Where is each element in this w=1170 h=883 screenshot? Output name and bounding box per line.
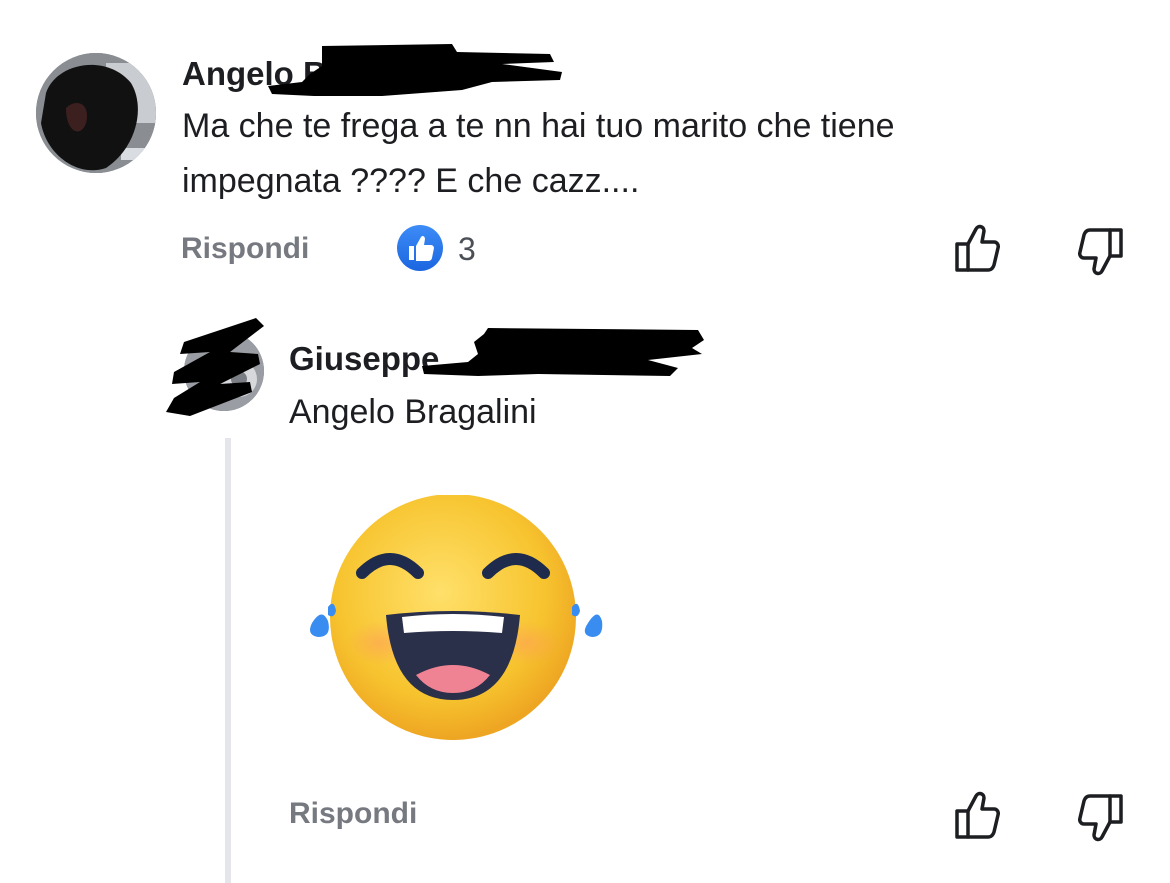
reply-reply-button[interactable]: Rispondi <box>289 797 417 831</box>
avatar-photo <box>36 53 156 173</box>
reaction-count: 3 <box>458 231 476 267</box>
avatar[interactable] <box>36 53 156 173</box>
comment-thread: Angelo B Ma che te frega a te nn hai tuo… <box>0 0 1170 883</box>
reply-upvote-icon[interactable] <box>953 789 1003 841</box>
upvote-icon[interactable] <box>953 222 1003 274</box>
reply-author[interactable]: Giuseppe <box>289 340 439 378</box>
reply-downvote-icon[interactable] <box>1075 792 1125 844</box>
reply-button[interactable]: Rispondi <box>181 232 309 266</box>
comment-text: Ma che te frega a te nn hai tuo marito c… <box>182 107 895 200</box>
redaction-mark <box>422 328 704 376</box>
reply-text: Angelo Bragalini <box>289 393 537 431</box>
redaction-mark <box>268 44 562 96</box>
laughing-tears-emoji-icon <box>310 495 603 740</box>
thread-line <box>225 438 231 883</box>
redaction-mark <box>166 318 264 416</box>
like-reaction-icon[interactable] <box>397 225 443 271</box>
downvote-icon[interactable] <box>1075 226 1125 278</box>
